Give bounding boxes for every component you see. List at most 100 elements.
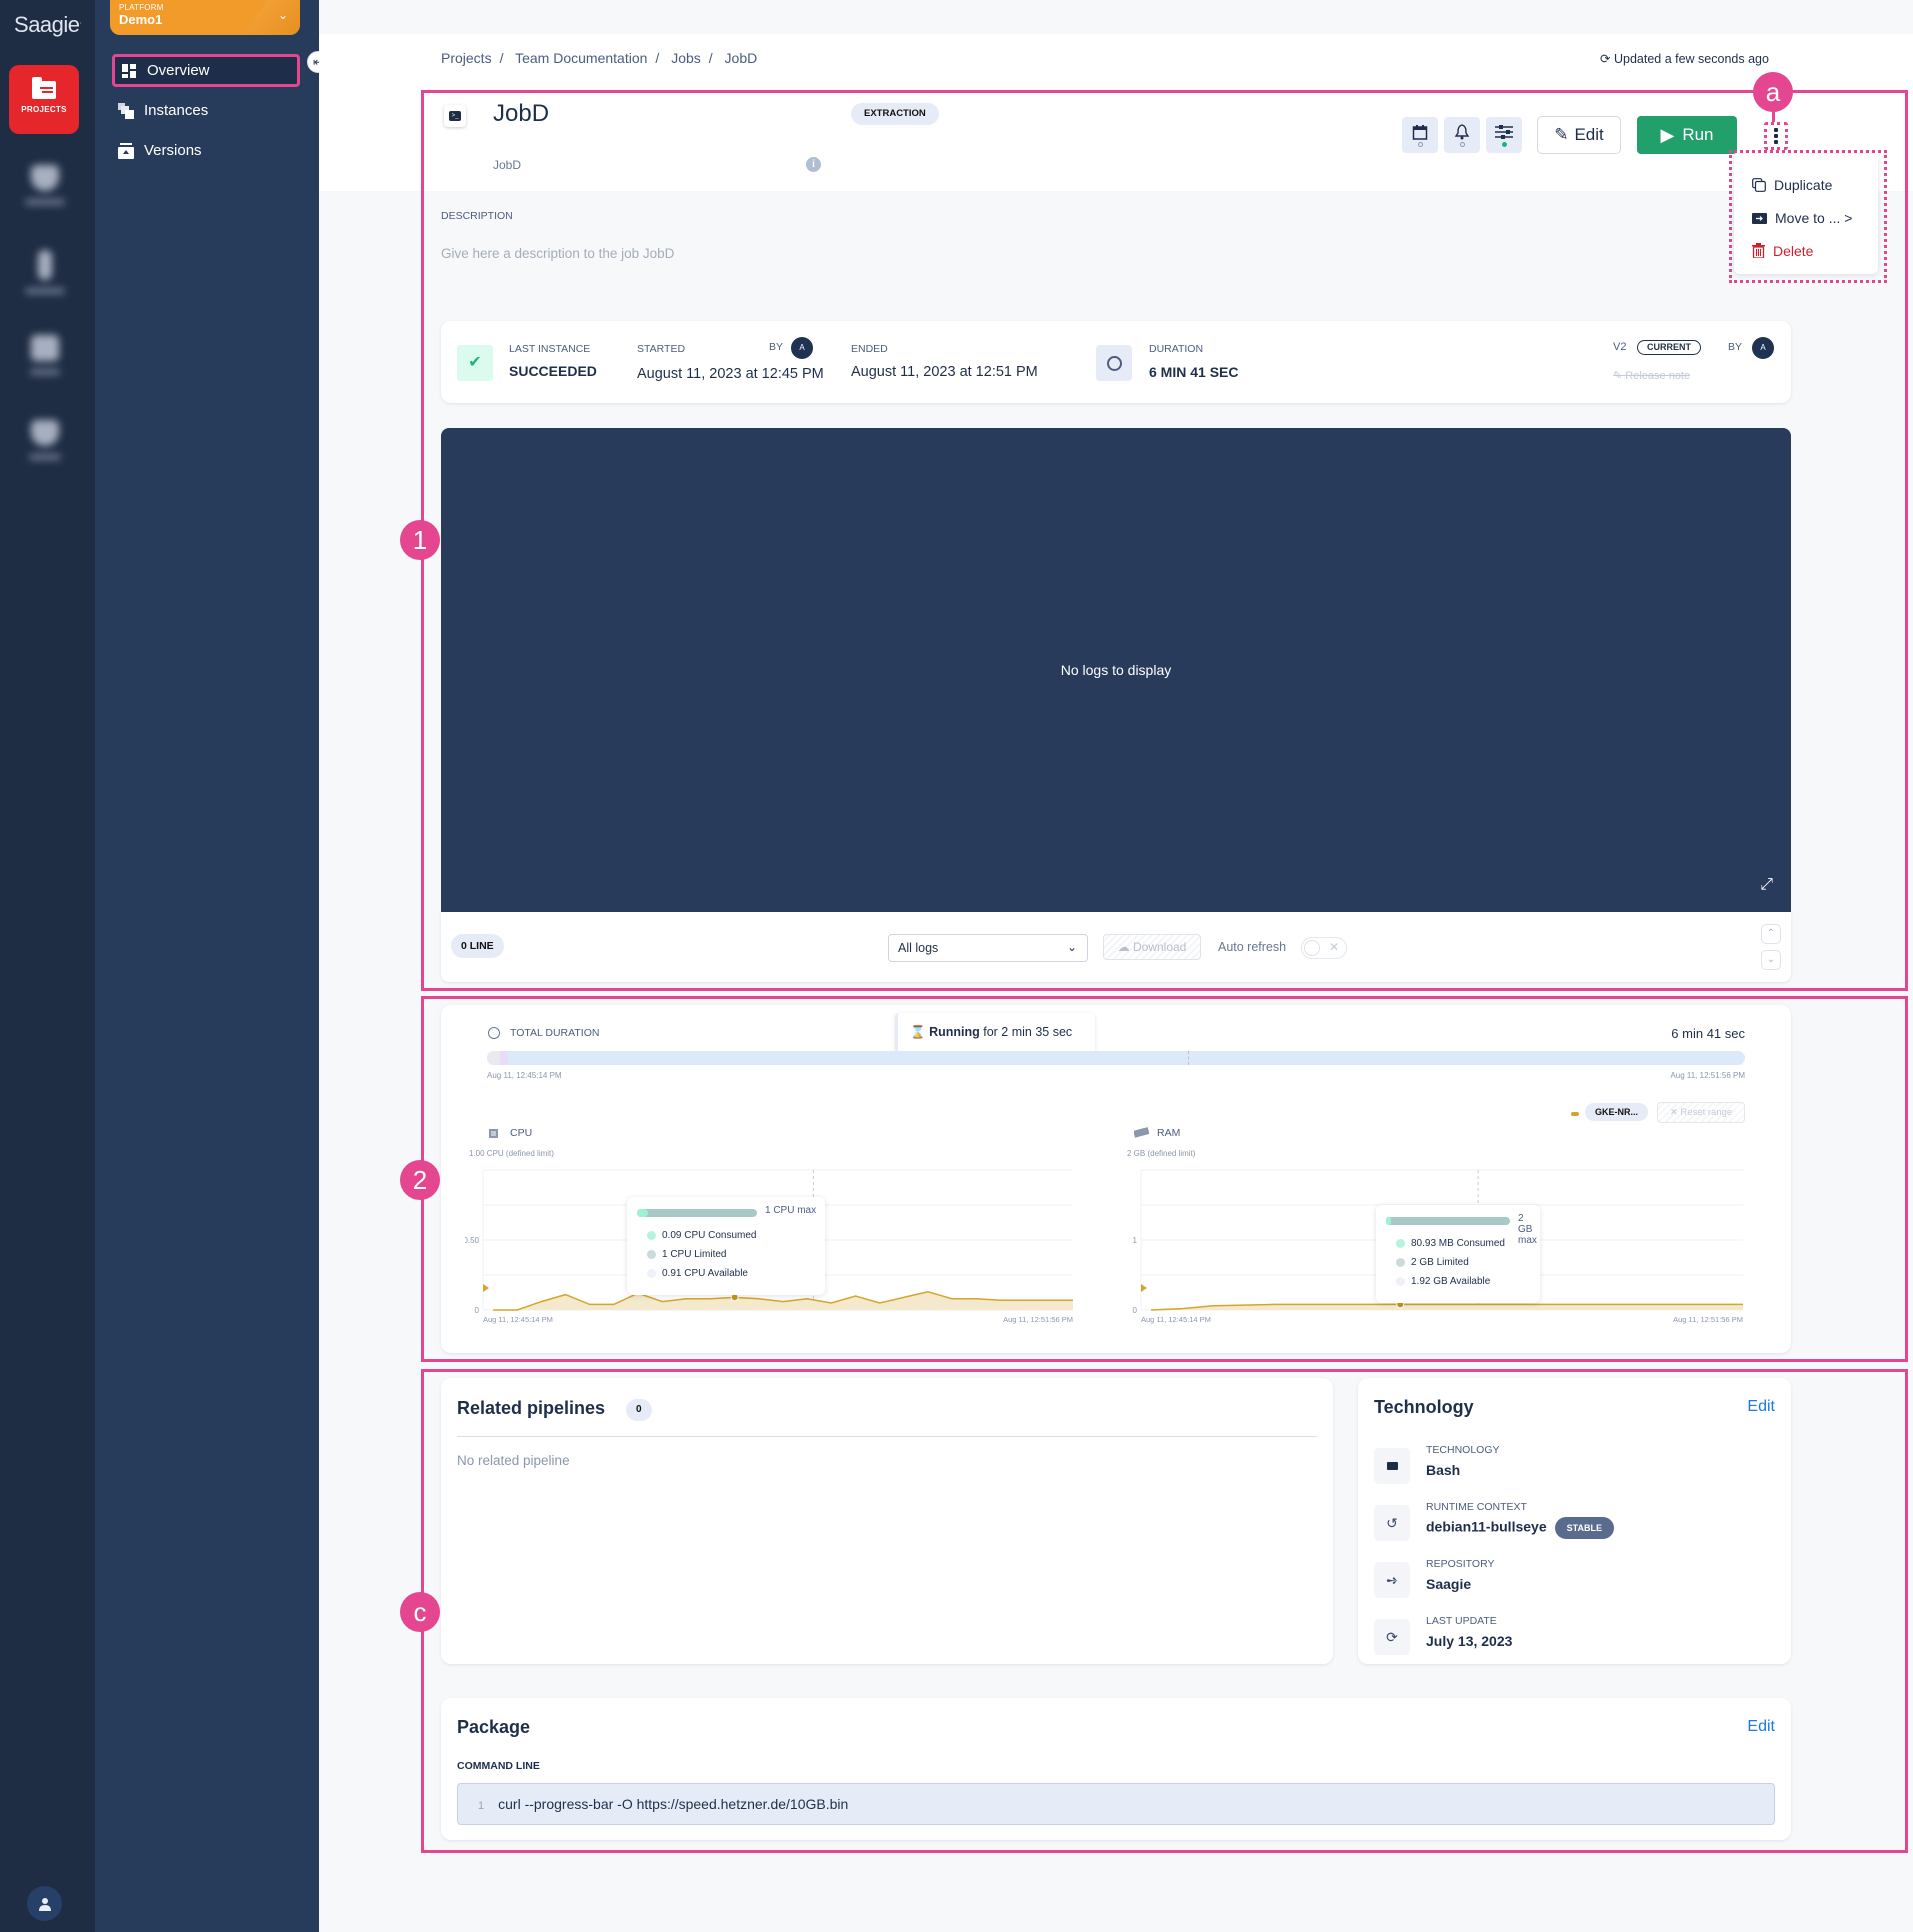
platform-selector[interactable]: PLATFORM Demo1 ⌄ (110, 0, 300, 35)
running-duration: for 2 min 35 sec (983, 1025, 1073, 1039)
log-filter-select[interactable]: All logs ⌄ (888, 934, 1088, 962)
breadcrumb-jobs[interactable]: Jobs (671, 50, 701, 66)
rail-projects-button[interactable]: PROJECTS (9, 65, 79, 134)
nav-item-label: Overview (147, 62, 210, 79)
release-note-label: Release note (1625, 370, 1691, 382)
close-icon: ✕ (1669, 1107, 1678, 1118)
cpu-limited: 1 CPU Limited (647, 1249, 726, 1260)
user-profile-button[interactable] (27, 1886, 62, 1921)
clock-icon (488, 1027, 500, 1039)
chevron-down-icon: ⌄ (277, 8, 288, 22)
breadcrumb-separator: / (655, 50, 660, 66)
reset-range-label: Reset range (1680, 1107, 1733, 1118)
cpu-title: CPU (510, 1127, 533, 1139)
nav-item-label: Versions (144, 142, 202, 159)
breadcrumb-projects[interactable]: Projects (441, 50, 492, 66)
annotation-marker-1: 1 (400, 520, 440, 560)
running-prefix: Running (929, 1025, 980, 1039)
rail-apps-button[interactable] (22, 165, 67, 205)
ended-label: ENDED (851, 343, 888, 355)
note-icon: ✎ (1613, 370, 1623, 382)
expand-icon[interactable]: ⤢ (1760, 876, 1773, 894)
duration-value: 6 MIN 41 SEC (1149, 364, 1239, 380)
projects-icon (32, 77, 56, 99)
current-badge: CURRENT (1637, 340, 1701, 355)
ram-limited: 2 GB Limited (1396, 1257, 1469, 1268)
refresh-icon: ⟳ (1374, 1619, 1410, 1655)
last-instance-label: LAST INSTANCE (509, 343, 591, 355)
reset-range-button[interactable]: ✕ Reset range (1657, 1102, 1745, 1123)
ended-value: August 11, 2023 at 12:51 PM (851, 364, 1038, 380)
log-viewer[interactable]: No logs to display ⤢ (441, 428, 1791, 912)
breadcrumb: Projects / Team Documentation / Jobs / JobD (441, 50, 765, 66)
description-field[interactable]: Give here a description to the job JobD (441, 246, 674, 261)
scroll-bottom-button[interactable]: ⌄ (1761, 950, 1781, 970)
running-tooltip: ⌛ Running for 2 min 35 sec (895, 1013, 1095, 1053)
nav-item-versions[interactable]: Versions (112, 134, 300, 167)
cpu-limit-label: 1.00 CPU (defined limit) (469, 1149, 554, 1158)
total-duration-label: TOTAL DURATION (510, 1027, 600, 1039)
instances-icon (118, 102, 134, 119)
chevron-down-icon: ⌄ (1066, 940, 1077, 954)
ram-title: RAM (1157, 1127, 1181, 1139)
node-legend-badge[interactable]: GKE-NR... (1585, 1103, 1649, 1121)
pipelines-empty-message: No related pipeline (457, 1453, 570, 1468)
avatar: A (791, 337, 813, 359)
command-line-label: COMMAND LINE (457, 1760, 540, 1772)
rail-projects-label: PROJECTS (21, 105, 67, 114)
last-instance-status[interactable]: SUCCEEDED (509, 363, 597, 379)
tool-icon (37, 250, 52, 280)
rail-security-button[interactable] (22, 420, 67, 460)
started-label: STARTED (637, 343, 686, 355)
download-button[interactable]: ☁ Download (1103, 934, 1201, 960)
runtime-value: debian11-bullseye STABLE (1426, 1517, 1614, 1539)
auto-refresh-toggle[interactable]: ✕ (1301, 937, 1347, 959)
updated-text: Updated a few seconds ago (1613, 52, 1769, 66)
command-text: curl --progress-bar -O https://speed.het… (498, 1796, 849, 1812)
cpu-tooltip: 1 CPU max 0.09 CPU Consumed 1 CPU Limite… (627, 1197, 825, 1295)
updated-status[interactable]: ⟳ Updated a few seconds ago (1600, 51, 1769, 66)
user-icon (38, 1897, 51, 1911)
legend-swatch (1571, 1112, 1579, 1116)
version-label[interactable]: V2 (1613, 341, 1626, 353)
description-label: DESCRIPTION (441, 210, 513, 222)
logs-empty-message: No logs to display (1060, 662, 1172, 678)
package-edit-link[interactable]: Edit (1747, 1718, 1775, 1736)
annotation-marker-a: a (1753, 72, 1793, 112)
range-start-handle (1141, 1284, 1147, 1292)
technology-edit-link[interactable]: Edit (1747, 1398, 1775, 1416)
rail-storage-button[interactable] (22, 335, 67, 375)
ram-limit-label: 2 GB (defined limit) (1127, 1149, 1196, 1158)
by-label: BY (769, 341, 784, 353)
saagie-logo[interactable]: Saagie. (10, 12, 85, 38)
related-pipelines-card: Related pipelines 0 No related pipeline (441, 1378, 1333, 1664)
command-line-editor[interactable]: 1 curl --progress-bar -O https://speed.he… (457, 1783, 1775, 1825)
repository-value: Saagie (1426, 1576, 1472, 1592)
cpu-consumed: 0.09 CPU Consumed (647, 1230, 757, 1241)
chevrons-down-icon: ⌄ (1766, 954, 1776, 965)
total-duration-value: 6 min 41 sec (1671, 1026, 1745, 1041)
job-nav-panel: PLATFORM Demo1 ⌄ Overview Instances Vers… (95, 0, 319, 1932)
breadcrumb-project[interactable]: Team Documentation (515, 50, 647, 66)
avatar: A (1752, 337, 1774, 359)
x-tick-label: Aug 11, 12:45:14 PM (483, 1315, 553, 1324)
last-instance-card: ✔ LAST INSTANCE SUCCEEDED STARTED August… (441, 321, 1791, 403)
ram-consumed: 80.93 MB Consumed (1396, 1238, 1505, 1249)
technology-card: Technology Edit TECHNOLOGY Bash ↺ RUNTIM… (1358, 1378, 1791, 1664)
release-note-link[interactable]: ✎ Release note (1613, 369, 1690, 382)
duration-timeline[interactable] (487, 1051, 1745, 1065)
nav-item-overview[interactable]: Overview (112, 54, 300, 87)
overview-icon (121, 63, 137, 79)
apps-icon (30, 165, 59, 191)
versions-icon (118, 142, 134, 159)
scroll-top-button[interactable]: ⌃ (1761, 924, 1781, 944)
check-icon: ✔ (457, 345, 493, 381)
ram-max-label: 2 GB max (1518, 1213, 1537, 1246)
nav-item-instances[interactable]: Instances (112, 94, 300, 127)
pipelines-title: Related pipelines (457, 1398, 606, 1418)
x-tick-label: Aug 11, 12:45:14 PM (1141, 1315, 1211, 1324)
timeline-end: Aug 11, 12:51:56 PM (1670, 1071, 1745, 1080)
x-tick-label: Aug 11, 12:51:56 PM (1003, 1315, 1073, 1324)
rail-tool-button[interactable] (22, 250, 67, 294)
annotation-marker-2: 2 (400, 1160, 440, 1200)
